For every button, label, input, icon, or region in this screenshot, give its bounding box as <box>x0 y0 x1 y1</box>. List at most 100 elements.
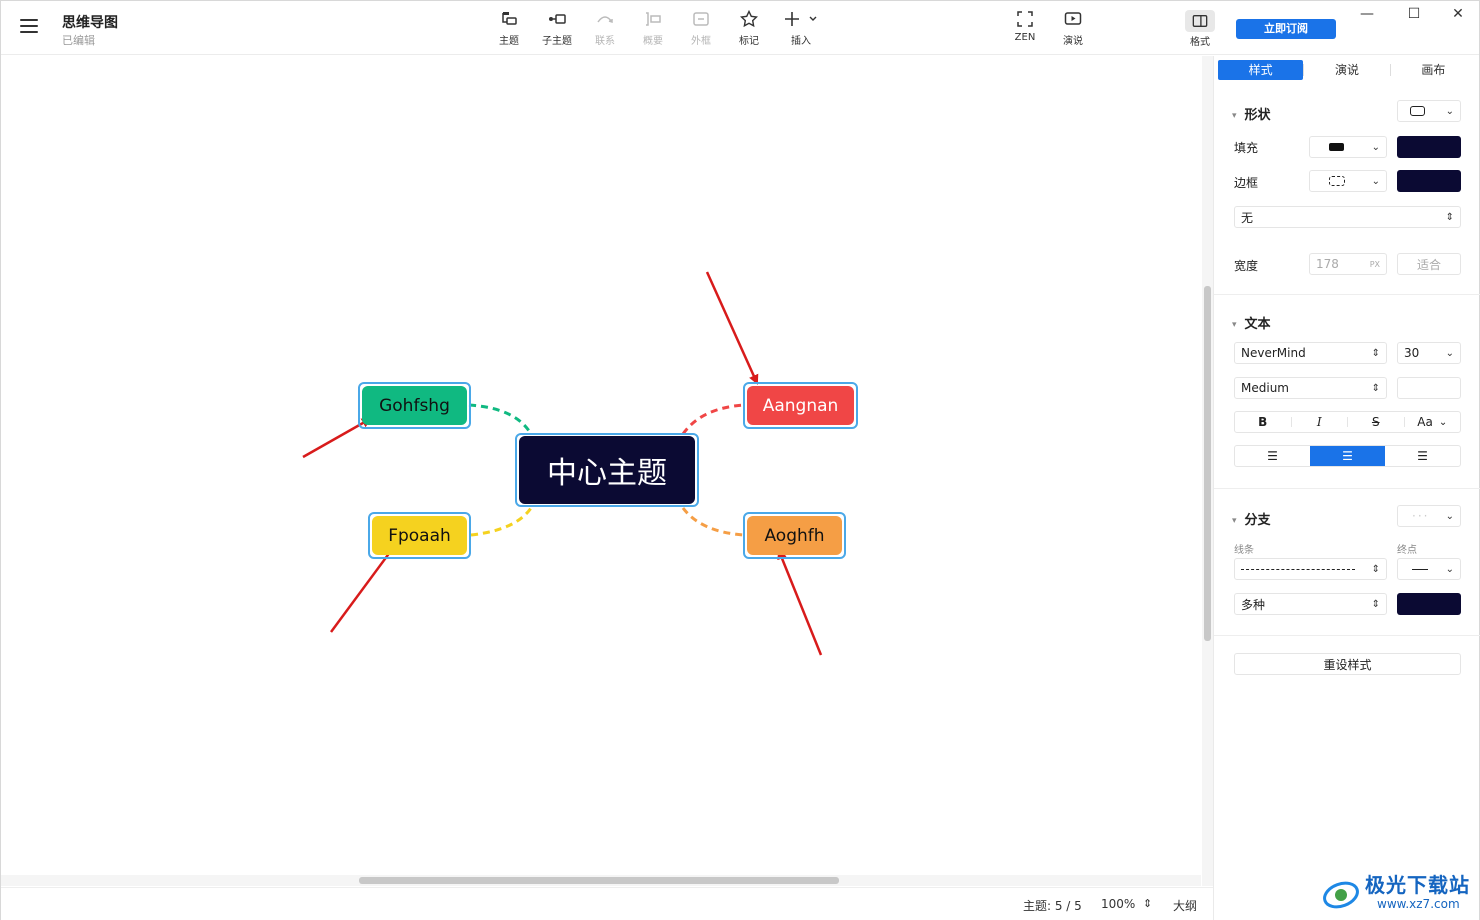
topic-count: 主题: 5 / 5 <box>1023 899 1082 913</box>
align-right-icon[interactable]: ☰ <box>1385 446 1460 466</box>
font-family-select[interactable]: NeverMind ⇕ <box>1234 342 1387 364</box>
watermark: 极光下载站 www.xz7.com <box>1319 867 1479 917</box>
italic-button[interactable]: I <box>1292 412 1348 432</box>
watermark-url: www.xz7.com <box>1377 897 1460 911</box>
add-topic-button[interactable]: 主题 <box>487 10 531 50</box>
add-subtopic-button[interactable]: 子主题 <box>535 10 579 50</box>
central-topic[interactable]: 中心主题 <box>519 436 695 504</box>
reset-style-button[interactable]: 重设样式 <box>1234 653 1461 675</box>
fill-label: 填充 <box>1234 141 1259 155</box>
solid-fill-icon <box>1329 143 1344 151</box>
shape-select[interactable]: ⌄ <box>1397 100 1461 122</box>
annotation-arrow-4 <box>777 549 823 656</box>
branch-topic-aangnan[interactable]: Aangnan <box>747 386 854 425</box>
maximize-icon[interactable]: ☐ <box>1402 4 1426 24</box>
width-label: 宽度 <box>1234 259 1259 273</box>
close-icon[interactable]: ✕ <box>1446 4 1470 24</box>
present-button[interactable]: 演说 <box>1051 10 1095 50</box>
fill-style-select[interactable]: ⌄ <box>1309 136 1387 158</box>
chevron-down-icon: ▾ <box>1232 516 1237 526</box>
updown-icon: ⇕ <box>1371 563 1380 575</box>
text-color-swatch[interactable] <box>1397 377 1461 399</box>
branch-color-mode-select[interactable]: 多种 ⇕ <box>1234 593 1387 615</box>
subtopic-icon <box>535 10 579 30</box>
chevron-down-icon: ▾ <box>1232 111 1237 121</box>
branch-topic-gohfshg[interactable]: Gohfshg <box>362 386 467 425</box>
border-pattern-select[interactable]: 无 ⇕ <box>1234 206 1461 228</box>
branch-color-swatch[interactable] <box>1397 593 1461 615</box>
strikethrough-button[interactable]: S <box>1348 412 1404 432</box>
vertical-scroll-thumb[interactable] <box>1204 286 1211 641</box>
subscribe-button[interactable]: 立即订阅 <box>1236 19 1336 39</box>
top-toolbar: 思维导图 已编辑 主题 子主题 联系 概要 外框 标记 插入 ZEN 演说 格式… <box>1 1 1479 55</box>
outline-button[interactable]: 大纲 <box>1173 897 1197 914</box>
width-input[interactable]: 178 PX <box>1309 253 1387 275</box>
hamburger-menu-icon[interactable] <box>20 19 38 35</box>
boundary-frame-icon <box>679 10 723 30</box>
document-title: 思维导图 <box>62 15 118 31</box>
zoom-level[interactable]: 100% <box>1101 897 1135 911</box>
shape-section-title[interactable]: ▾ 形状 <box>1232 104 1271 123</box>
endpoint-select[interactable]: ⌄ <box>1397 558 1461 580</box>
plus-chevron-icon <box>779 10 823 30</box>
branch-line-fpoaah <box>470 507 533 537</box>
updown-icon: ⇕ <box>1371 598 1380 610</box>
align-left-icon[interactable]: ☰ <box>1235 446 1310 466</box>
format-panel-toggle[interactable]: 格式 <box>1181 8 1219 48</box>
line-style-select[interactable]: ⇕ <box>1234 558 1387 580</box>
text-section-title[interactable]: ▾ 文本 <box>1232 313 1271 332</box>
summary-button[interactable]: 概要 <box>631 10 675 50</box>
text-align-group: ☰ ☰ ☰ <box>1234 445 1461 467</box>
font-size-select[interactable]: 30 ⌄ <box>1397 342 1461 364</box>
chevron-down-icon: ⌄ <box>1371 175 1380 187</box>
tab-canvas[interactable]: 画布 <box>1391 60 1476 80</box>
mindmap-canvas[interactable]: 中心主题 Gohfshg Aangnan Fpoaah Aoghfh <box>1 56 1201 886</box>
relation-button[interactable]: 联系 <box>583 10 627 50</box>
border-color-swatch[interactable] <box>1397 170 1461 192</box>
branch-topic-aoghfh[interactable]: Aoghfh <box>747 516 842 555</box>
sidebar-panel-icon <box>1185 10 1215 32</box>
updown-icon: ⇕ <box>1371 382 1380 394</box>
horizontal-scrollbar[interactable] <box>1 875 1201 886</box>
border-style-select[interactable]: ⌄ <box>1309 170 1387 192</box>
align-center-icon[interactable]: ☰ <box>1310 446 1385 466</box>
branch-line-gohfshg <box>468 403 533 435</box>
text-style-group: B I S Aa ⌄ <box>1234 411 1461 433</box>
play-screen-icon <box>1051 10 1095 30</box>
tab-present[interactable]: 演说 <box>1304 60 1389 80</box>
branch-line-aangnan <box>681 403 745 435</box>
updown-icon: ⇕ <box>1445 211 1454 223</box>
boundary-button[interactable]: 外框 <box>679 10 723 50</box>
rounded-rect-icon <box>1410 106 1425 116</box>
document-status: 已编辑 <box>62 34 95 47</box>
solid-line-icon <box>1412 568 1428 570</box>
bold-button[interactable]: B <box>1235 412 1291 432</box>
chevron-down-icon: ⌄ <box>1445 563 1454 575</box>
topic-icon <box>487 10 531 30</box>
panel-tabs: 样式 演说 画布 <box>1218 60 1476 80</box>
annotation-arrow-3 <box>329 542 398 633</box>
relation-curve-icon <box>583 10 627 30</box>
chevron-down-icon: ⌄ <box>1445 347 1454 359</box>
zoom-stepper-icon[interactable]: ⇕ <box>1143 897 1152 910</box>
insert-button[interactable]: 插入 <box>779 10 823 50</box>
text-case-button[interactable]: Aa ⌄ <box>1405 412 1461 432</box>
vertical-scrollbar[interactable] <box>1202 56 1213 886</box>
fullscreen-icon <box>1003 10 1047 30</box>
updown-icon: ⇕ <box>1371 347 1380 359</box>
minimize-icon[interactable]: — <box>1355 4 1379 24</box>
branch-line-aoghfh <box>681 507 745 537</box>
branch-topic-fpoaah[interactable]: Fpoaah <box>372 516 467 555</box>
watermark-logo-icon <box>1323 881 1359 909</box>
branch-structure-select[interactable]: ··· ⌄ <box>1397 505 1461 527</box>
fill-color-swatch[interactable] <box>1397 136 1461 158</box>
marker-button[interactable]: 标记 <box>727 9 771 50</box>
tab-style[interactable]: 样式 <box>1218 60 1304 80</box>
chevron-down-icon: ⌄ <box>1445 510 1454 522</box>
branch-section-title[interactable]: ▾ 分支 <box>1232 509 1271 528</box>
fit-button[interactable]: 适合 <box>1397 253 1461 275</box>
format-panel: 样式 演说 画布 ▾ 形状 ⌄ 填充 ⌄ 边框 ⌄ 无 ⇕ 宽度 178 PX 适合 … <box>1213 56 1480 920</box>
horizontal-scroll-thumb[interactable] <box>359 877 839 884</box>
zen-mode-button[interactable]: ZEN <box>1003 10 1047 50</box>
font-weight-select[interactable]: Medium ⇕ <box>1234 377 1387 399</box>
